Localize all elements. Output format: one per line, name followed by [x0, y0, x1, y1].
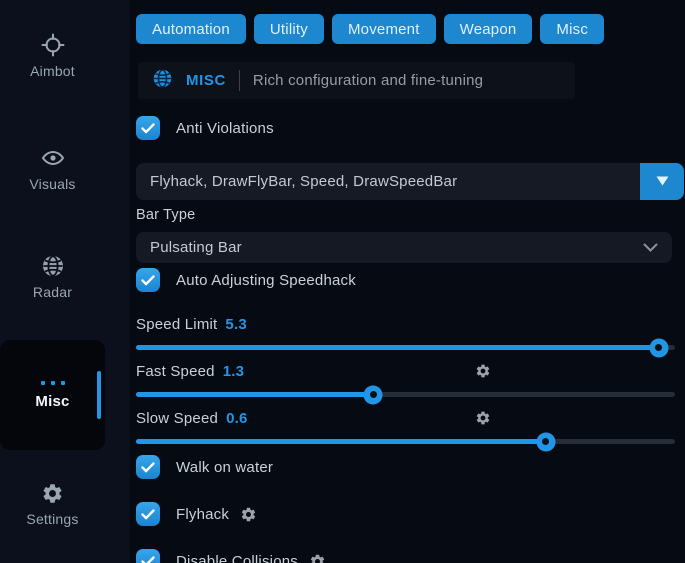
flyhack-checkbox[interactable] [136, 502, 160, 526]
fast-speed-gear-icon[interactable] [475, 362, 491, 380]
tab-automation[interactable]: Automation [136, 14, 246, 44]
disable-collisions-label: Disable Collisions [176, 553, 298, 563]
bar-multiselect-open-button[interactable] [640, 163, 684, 200]
disable-collisions-checkbox[interactable] [136, 549, 160, 563]
sidebar-item-label: Aimbot [30, 63, 75, 79]
sidebar-item-label: Radar [33, 284, 72, 300]
selected-accent-bar [97, 371, 101, 419]
section-header: MISC Rich configuration and fine-tuning [138, 62, 575, 99]
ellipsis-icon [41, 381, 65, 385]
flyhack-label: Flyhack [176, 506, 229, 523]
category-tabs: Automation Utility Movement Weapon Misc [136, 14, 685, 44]
fast-speed-slider-group: Fast Speed 1.3 [136, 362, 685, 397]
speed-limit-value: 5.3 [225, 316, 246, 333]
fast-speed-slider-handle[interactable] [364, 385, 383, 404]
sidebar-item-aimbot[interactable]: Aimbot [0, 33, 105, 79]
auto-adjusting-checkbox[interactable] [136, 268, 160, 292]
anti-violations-label: Anti Violations [176, 120, 274, 137]
fast-speed-label: Fast Speed [136, 363, 215, 380]
slow-speed-slider-handle[interactable] [536, 432, 555, 451]
speed-limit-slider-handle[interactable] [649, 338, 668, 357]
walk-on-water-checkbox[interactable] [136, 455, 160, 479]
header-divider [239, 70, 240, 91]
sidebar-item-visuals[interactable]: Visuals [0, 146, 105, 192]
tab-weapon[interactable]: Weapon [444, 14, 533, 44]
sidebar-item-misc[interactable]: Misc [0, 340, 105, 450]
sidebar: Aimbot Visuals Radar Misc [0, 0, 130, 563]
speed-limit-slider-group: Speed Limit 5.3 [136, 315, 685, 350]
slow-speed-slider[interactable] [136, 439, 675, 444]
tab-movement[interactable]: Movement [332, 14, 436, 44]
sidebar-item-label: Visuals [29, 176, 75, 192]
sidebar-item-settings[interactable]: Settings [0, 482, 105, 527]
main-panel: Automation Utility Movement Weapon Misc … [130, 0, 685, 563]
bar-type-dropdown[interactable]: Pulsating Bar [136, 232, 672, 263]
anti-violations-row: Anti Violations [136, 116, 685, 140]
flyhack-row: Flyhack [136, 502, 685, 526]
eye-icon [40, 146, 66, 170]
sidebar-item-radar[interactable]: Radar [0, 254, 105, 300]
bar-type-value: Pulsating Bar [150, 239, 242, 256]
section-title: MISC [186, 72, 226, 89]
slow-speed-gear-icon[interactable] [475, 409, 491, 427]
chevron-down-icon [643, 239, 658, 257]
walk-on-water-label: Walk on water [176, 459, 273, 476]
disable-collisions-row: Disable Collisions [136, 549, 685, 563]
tab-misc[interactable]: Misc [540, 14, 604, 44]
slider-fill [136, 392, 373, 397]
bar-multiselect-value: Flyhack, DrawFlyBar, Speed, DrawSpeedBar [136, 173, 457, 190]
auto-adjusting-row: Auto Adjusting Speedhack [136, 268, 685, 292]
anti-violations-checkbox[interactable] [136, 116, 160, 140]
gear-icon [41, 482, 64, 505]
flyhack-gear-icon[interactable] [240, 506, 257, 523]
speed-limit-label: Speed Limit [136, 316, 217, 333]
section-subtitle: Rich configuration and fine-tuning [253, 72, 483, 89]
fast-speed-slider[interactable] [136, 392, 675, 397]
slow-speed-label: Slow Speed [136, 410, 218, 427]
slider-fill [136, 345, 659, 350]
globe-icon [152, 68, 173, 94]
slider-fill [136, 439, 546, 444]
disable-collisions-gear-icon[interactable] [309, 553, 326, 563]
auto-adjusting-label: Auto Adjusting Speedhack [176, 272, 356, 289]
globe-icon [41, 254, 65, 278]
dropdown-triangle-icon [656, 174, 669, 189]
slow-speed-value: 0.6 [226, 410, 247, 427]
slow-speed-slider-group: Slow Speed 0.6 [136, 409, 685, 444]
sidebar-item-label: Misc [35, 393, 69, 410]
walk-on-water-row: Walk on water [136, 455, 685, 479]
speed-limit-slider[interactable] [136, 345, 675, 350]
fast-speed-value: 1.3 [223, 363, 244, 380]
tab-utility[interactable]: Utility [254, 14, 324, 44]
bar-multiselect[interactable]: Flyhack, DrawFlyBar, Speed, DrawSpeedBar [136, 163, 684, 200]
bar-type-label: Bar Type [136, 207, 685, 223]
sidebar-item-label: Settings [26, 511, 78, 527]
crosshair-icon [41, 33, 65, 57]
